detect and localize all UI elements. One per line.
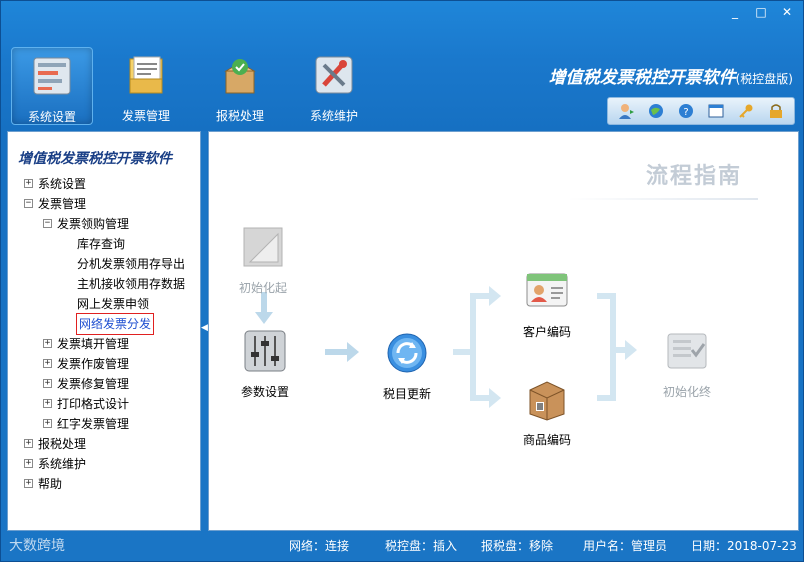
expand-toggle[interactable]: +	[43, 379, 52, 388]
tax-filing-icon	[224, 59, 256, 94]
tree-item-label: 发票作废管理	[57, 357, 130, 371]
status-tax-disk: 税控盘：插入	[385, 539, 458, 553]
tree-item-label: 发票管理	[38, 197, 87, 211]
sliders-icon	[244, 330, 286, 372]
window-controls: _ □ ✕	[725, 4, 797, 20]
tree-item-label: 系统设置	[38, 177, 87, 191]
settings-panel-icon	[33, 57, 71, 95]
user-switch-button[interactable]	[612, 100, 640, 122]
flow-guide-panel: 流程指南 初始化起 参数设置 税目更新 客户编码 商品编码 初始化终	[208, 131, 799, 531]
key-button[interactable]	[732, 100, 760, 122]
network-button[interactable]	[642, 100, 670, 122]
expand-toggle[interactable]: +	[24, 479, 33, 488]
minimize-button[interactable]: _	[725, 4, 745, 20]
checklist-icon	[667, 333, 707, 369]
sidebar-title: 增值税发票税控开票软件	[18, 151, 172, 167]
maximize-button[interactable]: □	[751, 4, 771, 20]
expand-toggle[interactable]: +	[24, 459, 33, 468]
contact-card-icon	[526, 273, 568, 307]
quick-toolbar: ?	[607, 97, 795, 125]
tree-item-label: 分机发票领用存导出	[77, 257, 186, 271]
tree-item-label: 发票修复管理	[57, 377, 130, 391]
tree-item-label: 打印格式设计	[57, 397, 130, 411]
toolbar-tax-filing[interactable]: 报税处理	[199, 47, 281, 125]
flow-node-customer-code[interactable]: 客户编码	[523, 268, 571, 340]
tree-item-label: 主机接收领用存数据	[77, 277, 186, 291]
expand-toggle[interactable]: +	[43, 359, 52, 368]
collapse-arrow-icon[interactable]: ◀	[201, 321, 208, 335]
help-button[interactable]: ?	[672, 100, 700, 122]
tree-item-label: 发票填开管理	[57, 337, 130, 351]
globe-icon	[649, 104, 663, 118]
navigation-panel: 增值税发票税控开票软件 + 系统设置 − 发票管理 − 发票领购管理 库存查询 分机发…	[7, 131, 201, 531]
expand-toggle[interactable]: +	[24, 179, 33, 188]
package-box-icon	[529, 381, 565, 421]
toolbar-label: 系统维护	[309, 109, 358, 123]
tree-item-label: 发票领购管理	[57, 217, 130, 231]
svg-text:?: ?	[683, 107, 688, 118]
tree-item-label: 网上发票申领	[77, 297, 150, 311]
status-bar: 大数跨境 网络：连接 税控盘：插入 报税盘：移除 用户名：管理员 日期：2018…	[1, 531, 804, 561]
status-date: 日期：2018-07-23	[691, 539, 797, 553]
tree-item-label: 系统维护	[38, 457, 87, 471]
toolbar-system-maintenance[interactable]: 系统维护	[293, 47, 375, 125]
brand: 增值税发票税控开票软件(税控盘版)	[549, 63, 793, 88]
toolbar-label: 系统设置	[27, 110, 76, 124]
flow-node-label: 商品编码	[523, 433, 572, 447]
toolbar-label: 发票管理	[121, 109, 170, 123]
flow-node-init-end[interactable]: 初始化终	[663, 328, 711, 400]
invoice-folder-icon	[129, 56, 163, 94]
tree-item-label: 红字发票管理	[57, 417, 130, 431]
lock-icon	[770, 104, 782, 118]
lock-button[interactable]	[762, 100, 790, 122]
maintenance-tools-icon	[315, 56, 353, 94]
status-network: 网络：连接	[289, 539, 350, 553]
flow-node-label: 参数设置	[241, 385, 290, 399]
flow-node-params[interactable]: 参数设置	[241, 328, 289, 400]
expand-toggle[interactable]: +	[43, 399, 52, 408]
window-icon	[708, 104, 724, 118]
expand-toggle[interactable]: +	[43, 339, 52, 348]
key-icon	[739, 104, 753, 118]
toolbar-invoice-management[interactable]: 发票管理	[105, 47, 187, 125]
help-icon: ?	[679, 104, 693, 118]
flow-node-label: 初始化终	[663, 385, 712, 399]
brand-title: 增值税发票税控开票软件	[548, 68, 736, 88]
refresh-icon	[387, 333, 427, 373]
toolbar-label: 报税处理	[215, 109, 264, 123]
flow-node-label: 税目更新	[383, 387, 432, 401]
watermark-logo: 大数跨境	[9, 538, 65, 554]
main-toolbar: 系统设置 发票管理 报税处理 系统维护	[11, 47, 375, 125]
status-report-disk: 报税盘：移除	[481, 539, 554, 553]
app-window: _ □ ✕ 系统设置 发票管理 报税处理 系统维护 增值税发票税控开票软件(税控…	[0, 0, 804, 562]
tree-item-label: 报税处理	[38, 437, 87, 451]
flow-node-product-code[interactable]: 商品编码	[523, 376, 571, 448]
flow-node-init-start[interactable]: 初始化起	[239, 224, 287, 296]
expand-toggle[interactable]: +	[43, 419, 52, 428]
collapse-toggle[interactable]: −	[24, 199, 33, 208]
tree-item-label: 帮助	[38, 477, 63, 491]
tree-item-label-selected: 网络发票分发	[75, 313, 155, 335]
flow-node-label: 初始化起	[239, 281, 288, 295]
flow-node-label: 客户编码	[523, 325, 572, 339]
expand-toggle[interactable]: +	[24, 439, 33, 448]
close-button[interactable]: ✕	[777, 4, 797, 20]
ruler-triangle-icon	[243, 227, 283, 267]
flow-node-tax-update[interactable]: 税目更新	[383, 330, 431, 402]
window-button[interactable]	[702, 100, 730, 122]
tree-item-label: 库存查询	[77, 237, 126, 251]
status-user: 用户名：管理员	[583, 539, 668, 553]
toolbar-system-settings[interactable]: 系统设置	[11, 47, 93, 125]
user-switch-icon	[619, 104, 634, 119]
brand-subtitle: (税控盘版)	[735, 72, 793, 86]
collapse-toggle[interactable]: −	[43, 219, 52, 228]
